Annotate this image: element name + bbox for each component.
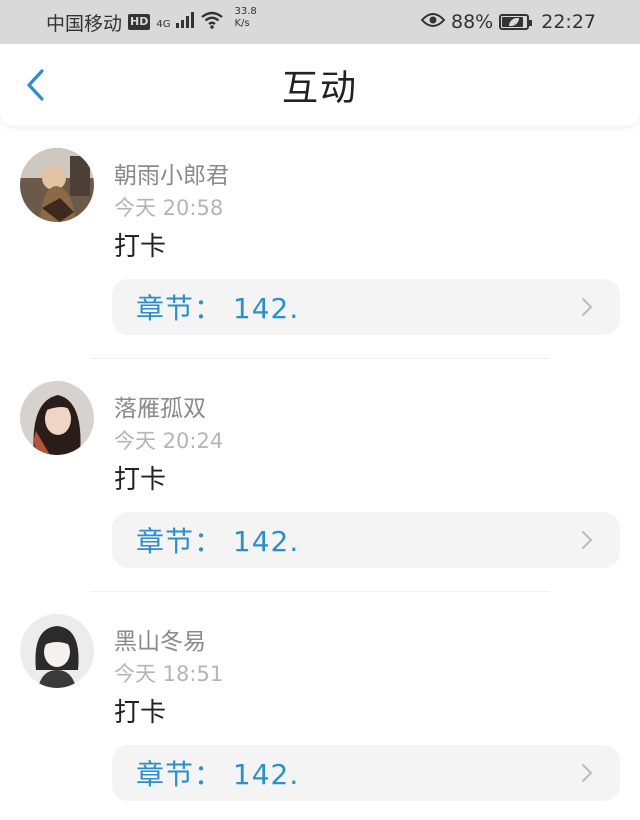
eye-icon [420, 11, 446, 33]
username[interactable]: 朝雨小郎君 [114, 156, 229, 190]
chapter-label: 章节： 142. [136, 758, 300, 791]
back-button[interactable] [18, 68, 52, 102]
speed-value: 33.8 [234, 6, 257, 17]
chapter-label: 章节： 142. [136, 525, 300, 558]
chevron-right-icon [582, 764, 592, 782]
speed-unit: K/s [234, 18, 250, 29]
comment-list: 朝雨小郎君 今天 20:58 打卡 章节： 142. 落雁孤双 今天 20:24… [0, 128, 640, 820]
chevron-right-icon [582, 298, 592, 316]
user-avatar-icon[interactable] [20, 148, 94, 222]
signal-icon [176, 11, 195, 33]
comment-time: 今天 20:24 [114, 429, 224, 453]
user-avatar-icon[interactable] [20, 614, 94, 688]
page-title: 互动 [281, 68, 358, 109]
divider [90, 358, 550, 359]
network-speed: 33.8 K/s [234, 6, 256, 30]
comment-content: 打卡 [114, 232, 167, 262]
chapter-link[interactable]: 章节： 142. [112, 512, 620, 568]
username[interactable]: 黑山冬易 [114, 622, 206, 656]
nav-header: 互动 [0, 44, 640, 126]
network-type: 4G [156, 18, 171, 30]
comment-content: 打卡 [114, 698, 167, 728]
comment-content: 打卡 [114, 465, 167, 495]
username[interactable]: 落雁孤双 [114, 389, 206, 423]
battery-percent: 88% [451, 11, 494, 33]
status-right: 88% 22:27 [420, 11, 596, 33]
clock: 22:27 [541, 11, 596, 33]
comment-item: 落雁孤双 今天 20:24 打卡 章节： 142. [0, 361, 640, 594]
status-bar: 中国移动 HD 4G 33.8 K/s 88% 22:27 [0, 0, 640, 44]
chapter-link[interactable]: 章节： 142. [112, 745, 620, 801]
chevron-left-icon [27, 69, 44, 101]
user-avatar-icon[interactable] [20, 381, 94, 455]
chapter-label: 章节： 142. [136, 292, 300, 325]
carrier-name: 中国移动 [46, 12, 123, 35]
comment-item: 黑山冬易 今天 18:51 打卡 章节： 142. [0, 594, 640, 820]
wifi-icon [200, 11, 224, 34]
chevron-right-icon [582, 531, 592, 549]
status-left: 中国移动 HD 4G 33.8 K/s [46, 6, 257, 36]
divider [90, 591, 550, 592]
hd-badge: HD [128, 14, 151, 30]
battery-icon [499, 14, 533, 30]
chapter-link[interactable]: 章节： 142. [112, 279, 620, 335]
comment-item: 朝雨小郎君 今天 20:58 打卡 章节： 142. [0, 128, 640, 361]
comment-time: 今天 18:51 [114, 662, 224, 686]
comment-time: 今天 20:58 [114, 196, 224, 220]
